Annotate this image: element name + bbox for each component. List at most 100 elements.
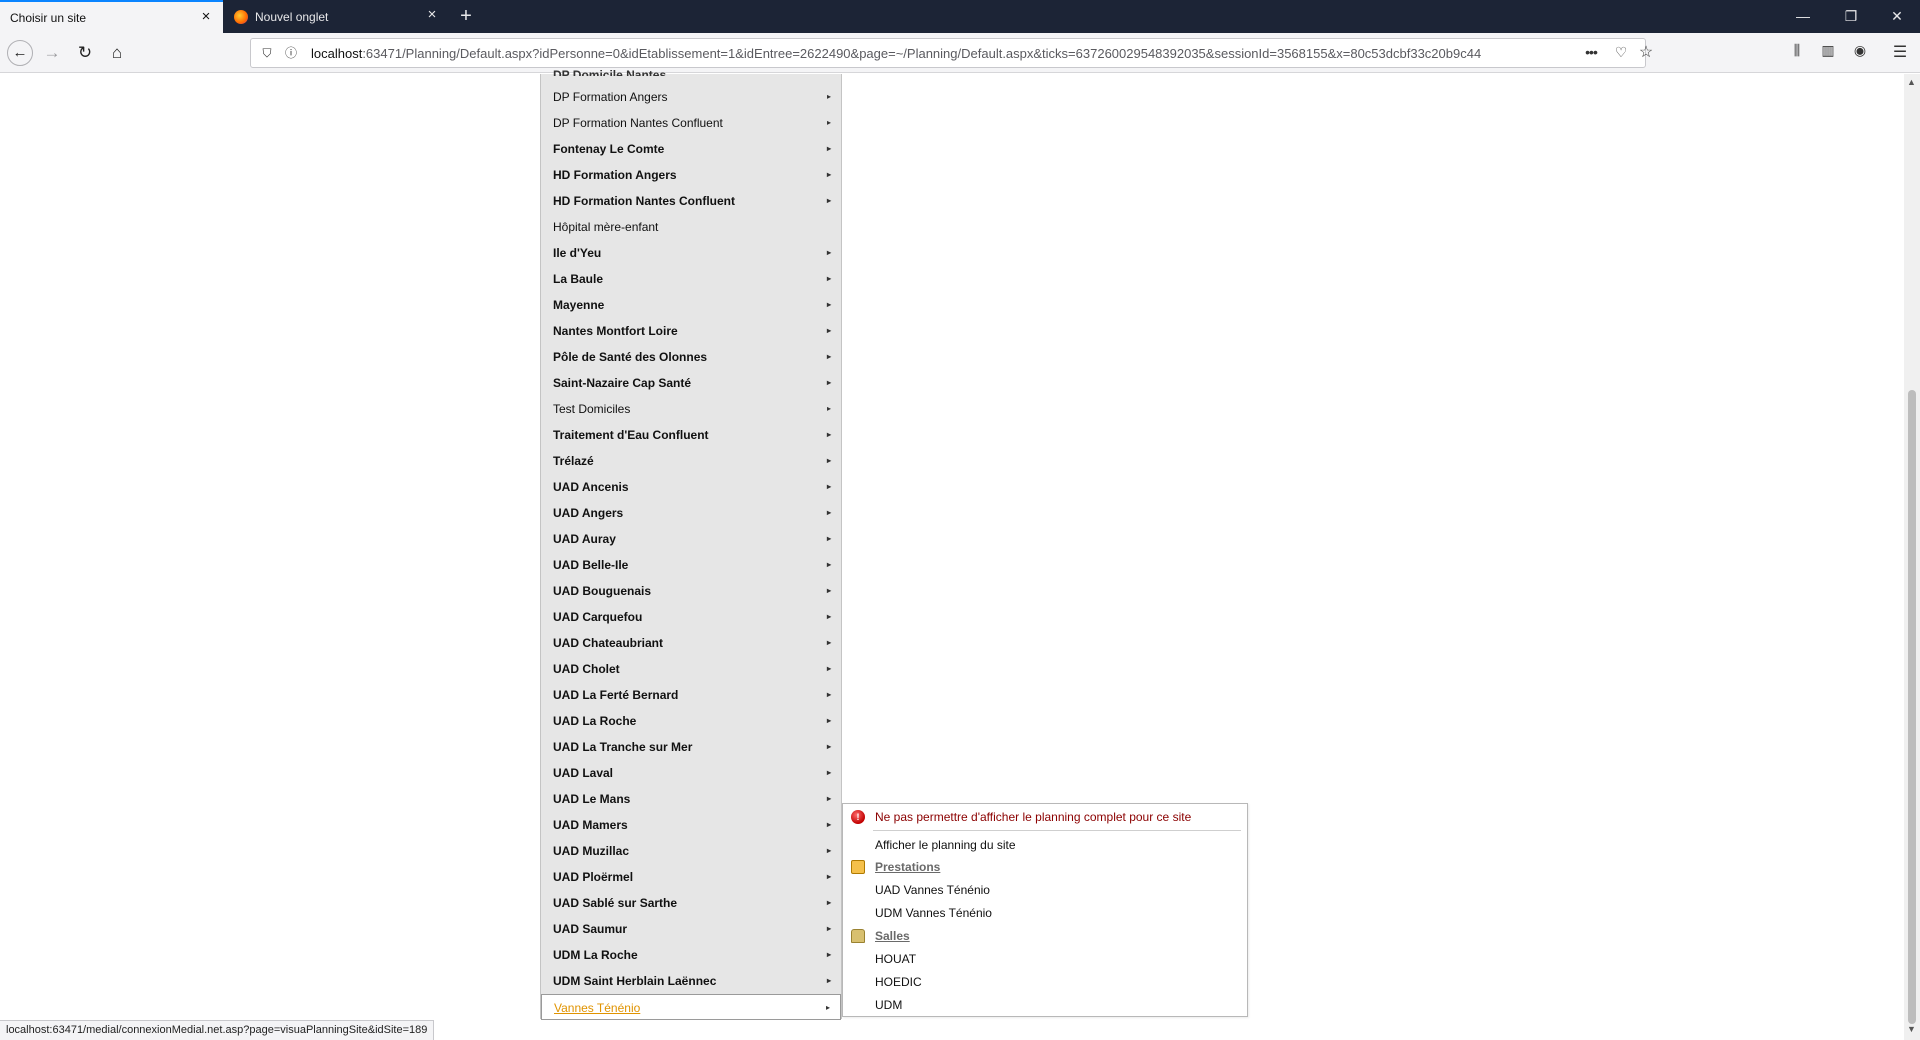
site-menu-item[interactable]: Trélazé ▸ [541,448,841,474]
submenu-arrow-icon: ▸ [826,118,831,127]
submenu-arrow-icon: ▸ [826,638,831,647]
clipped-menu-item[interactable]: DP Domicile Nantes [553,68,666,76]
submenu-arrow-icon: ▸ [826,560,831,569]
hamburger-menu-icon[interactable]: ☰ [1889,42,1911,62]
tab-title: Choisir un site [10,10,87,25]
site-menu-item-label: Fontenay Le Comte [553,142,665,156]
site-menu-item[interactable]: UAD Ancenis ▸ [541,474,841,500]
url-host: localhost [311,46,363,61]
close-window-button[interactable]: ✕ [1874,0,1920,33]
site-menu-item-label: UAD Angers [553,506,624,520]
site-menu-item[interactable]: Pôle de Santé des Olonnes ▸ [541,344,841,370]
site-menu-item-label: UAD Bouguenais [553,584,652,598]
scroll-down-arrow-icon[interactable]: ▼ [1907,1024,1916,1034]
salle-item[interactable]: HOUAT [843,948,1247,970]
forbidden-icon: ! [851,810,865,824]
reload-button[interactable]: ↻ [73,41,97,65]
back-button[interactable]: ← [7,40,33,66]
info-icon[interactable]: ⓘ [283,45,299,61]
site-menu-item[interactable]: UAD Laval ▸ [541,760,841,786]
site-menu-item[interactable]: UDM Saint Herblain Laënnec ▸ [541,968,841,994]
site-menu-item[interactable]: Mayenne ▸ [541,292,841,318]
site-menu-item[interactable]: UAD Sablé sur Sarthe ▸ [541,890,841,916]
site-menu-item-label: UAD Ancenis [553,480,629,494]
sidebar-icon[interactable]: ▥ [1817,42,1839,59]
submenu-arrow-icon: ▸ [826,482,831,491]
close-tab-icon[interactable]: × [423,7,441,23]
pocket-icon[interactable]: ♡ [1611,44,1631,61]
site-menu-item[interactable]: Test Domiciles ▸ [541,396,841,422]
submenu-arrow-icon: ▸ [826,534,831,543]
site-menu-item[interactable]: DP Formation Angers ▸ [541,84,841,110]
prestation-item[interactable]: UDM Vannes Ténénio [843,902,1247,924]
site-menu-item-label: DP Formation Nantes Confluent [553,116,723,130]
page-scrollbar[interactable]: ▲ ▼ [1904,74,1920,1040]
submenu-arrow-icon: ▸ [826,664,831,673]
rooms-icon [851,929,865,943]
tab-choisir-un-site[interactable]: Choisir un site × [0,0,223,33]
navigation-toolbar: ← → ↻ ⌂ ⛉ ⓘ localhost:63471/Planning/Def… [0,33,1920,73]
site-menu-item[interactable]: UAD Bouguenais ▸ [541,578,841,604]
site-menu-item[interactable]: Hôpital mère-enfant [541,214,841,240]
site-menu-item[interactable]: Ile d'Yeu ▸ [541,240,841,266]
option-label: HOEDIC [875,975,922,989]
site-menu-item[interactable]: UAD Mamers ▸ [541,812,841,838]
account-icon[interactable]: ◉ [1849,42,1871,59]
site-menu-item[interactable]: Nantes Montfort Loire ▸ [541,318,841,344]
site-menu-item[interactable]: UAD La Tranche sur Mer ▸ [541,734,841,760]
site-menu-item-label: DP Formation Angers [553,90,668,104]
site-menu-item[interactable]: Fontenay Le Comte ▸ [541,136,841,162]
scroll-up-arrow-icon[interactable]: ▲ [1907,77,1916,87]
bookmark-star-icon[interactable]: ☆ [1636,42,1656,62]
home-button[interactable]: ⌂ [105,41,129,65]
url-bar[interactable]: ⛉ ⓘ localhost:63471/Planning/Default.asp… [250,38,1653,68]
site-menu-item[interactable]: UAD Saumur ▸ [541,916,841,942]
site-menu-item[interactable]: Traitement d'Eau Confluent ▸ [541,422,841,448]
tab-nouvel-onglet[interactable]: Nouvel onglet × [224,0,449,33]
submenu-arrow-icon: ▸ [826,248,831,257]
site-menu-item[interactable]: UAD Auray ▸ [541,526,841,552]
site-menu-item-label: Mayenne [553,298,605,312]
site-menu-item[interactable]: UAD Ploërmel ▸ [541,864,841,890]
divider [873,830,1241,831]
salle-item[interactable]: HOEDIC [843,971,1247,993]
restore-button[interactable]: ❐ [1828,0,1874,33]
submenu-arrow-icon: ▸ [826,404,831,413]
site-menu-item[interactable]: Saint-Nazaire Cap Santé ▸ [541,370,841,396]
site-menu-item[interactable]: UAD La Ferté Bernard ▸ [541,682,841,708]
site-menu-item[interactable]: DP Formation Nantes Confluent ▸ [541,110,841,136]
submenu-arrow-icon: ▸ [826,456,831,465]
minimize-button[interactable]: — [1780,0,1826,33]
disallow-full-planning-option[interactable]: ! Ne pas permettre d'afficher le plannin… [843,806,1247,828]
site-menu-item[interactable]: La Baule ▸ [541,266,841,292]
site-menu-item[interactable]: UAD Chateaubriant ▸ [541,630,841,656]
site-menu-item[interactable]: HD Formation Nantes Confluent ▸ [541,188,841,214]
site-menu-item[interactable]: UAD Carquefou ▸ [541,604,841,630]
library-icon[interactable]: ⫼ [1786,42,1808,59]
site-menu-item[interactable]: UAD Cholet ▸ [541,656,841,682]
site-menu-item[interactable]: UDM La Roche ▸ [541,942,841,968]
salle-item[interactable]: UDM [843,994,1247,1016]
submenu-arrow-icon: ▸ [826,872,831,881]
site-menu-item[interactable]: UAD La Roche ▸ [541,708,841,734]
site-menu-item-label: UAD Ploërmel [553,870,634,884]
site-menu-item[interactable]: UAD Belle-Ile ▸ [541,552,841,578]
site-menu-item[interactable]: HD Formation Angers ▸ [541,162,841,188]
url-text[interactable]: localhost:63471/Planning/Default.aspx?id… [311,46,1521,61]
submenu-arrow-icon: ▸ [826,924,831,933]
show-site-planning-option[interactable]: Afficher le planning du site [843,834,1247,856]
forward-button[interactable]: → [40,41,64,65]
prestation-item[interactable]: UAD Vannes Ténénio [843,879,1247,901]
submenu-arrow-icon: ▸ [826,716,831,725]
more-actions-icon[interactable]: ••• [1581,44,1601,60]
close-tab-icon[interactable]: × [197,9,215,25]
shield-icon[interactable]: ⛉ [259,45,275,61]
site-menu-item[interactable]: UAD Le Mans ▸ [541,786,841,812]
new-tab-button[interactable]: + [455,5,477,27]
site-menu-item[interactable]: UAD Angers ▸ [541,500,841,526]
submenu-arrow-icon: ▸ [826,768,831,777]
site-menu-item[interactable]: Vannes Ténénio ▸ [541,994,841,1020]
site-menu-item[interactable]: UAD Muzillac ▸ [541,838,841,864]
scrollbar-thumb[interactable] [1908,390,1916,1024]
submenu-arrow-icon: ▸ [826,144,831,153]
